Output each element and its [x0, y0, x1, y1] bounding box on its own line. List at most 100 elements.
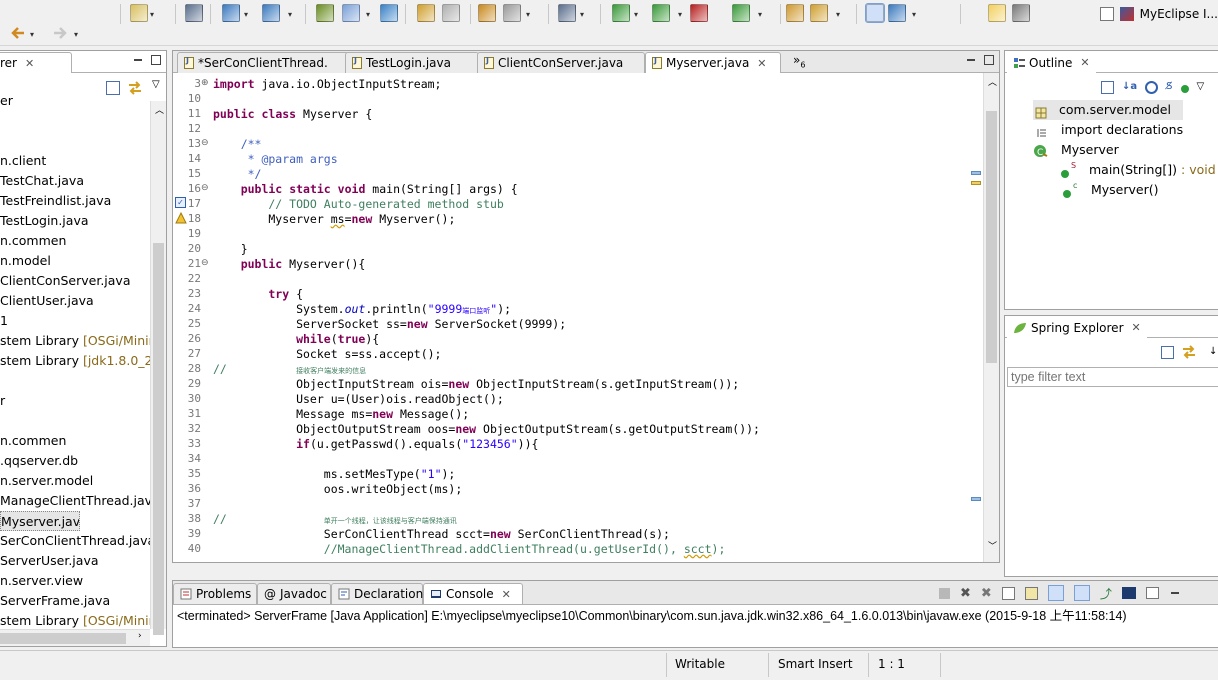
hide-static-icon[interactable]: S̸ — [1166, 81, 1172, 97]
scroll-down-icon[interactable]: ﹀ — [988, 539, 997, 552]
clear-console-icon[interactable] — [1001, 586, 1015, 600]
debug-dropdown-icon[interactable]: ▾ — [244, 10, 248, 19]
block-selection-icon[interactable] — [988, 4, 1006, 22]
close-icon[interactable]: ✕ — [757, 57, 766, 70]
explorer-item[interactable] — [0, 411, 150, 431]
server-icon[interactable] — [342, 4, 360, 22]
tab-console[interactable]: Console ✕ — [423, 583, 523, 604]
new-wizard-icon[interactable] — [130, 4, 148, 22]
explorer-item[interactable] — [0, 131, 150, 151]
code-line[interactable]: System.out.println("9999端口监听"); — [213, 302, 511, 317]
warning-marker-icon[interactable] — [175, 211, 187, 224]
code-line[interactable]: public Myserver(){ — [213, 257, 366, 272]
overview-marker-icon[interactable] — [971, 171, 981, 175]
highlight-icon[interactable] — [865, 3, 885, 23]
filter-input[interactable] — [1007, 367, 1218, 387]
maximize-icon[interactable] — [983, 54, 995, 66]
minimize-icon[interactable] — [132, 54, 144, 66]
show-on-output-icon[interactable] — [1047, 585, 1064, 601]
code-line[interactable]: ms.setMesType("1"); — [213, 467, 456, 482]
open-console-icon[interactable] — [1145, 587, 1159, 599]
code-line[interactable]: Myserver ms=new Myserver(); — [213, 212, 455, 227]
tab-clientconserver[interactable]: ClientConServer.java — [477, 52, 645, 73]
save-icon[interactable] — [185, 4, 203, 22]
explorer-item[interactable]: SerConClientThread.java — [0, 531, 150, 551]
forward-icon[interactable] — [52, 26, 68, 40]
show-whitespace-icon[interactable] — [1012, 4, 1030, 22]
collapse-all-icon[interactable] — [1101, 81, 1114, 94]
maximize-icon[interactable] — [150, 54, 162, 66]
code-line[interactable]: while(true){ — [213, 332, 379, 347]
status-insert-mode[interactable]: Smart Insert — [778, 657, 853, 671]
deploy-icon[interactable] — [316, 4, 334, 22]
tab-testlogin[interactable]: TestLogin.java — [345, 52, 479, 73]
code-line[interactable]: } — [213, 242, 248, 257]
outline-item-constructor[interactable]: c Myserver() — [1063, 180, 1159, 200]
explorer-item[interactable]: n.client — [0, 151, 150, 171]
pin-console-icon[interactable]: ⤴ — [1100, 585, 1112, 602]
explorer-item[interactable]: TestLogin.java — [0, 211, 150, 231]
minimize-icon[interactable] — [965, 54, 977, 66]
console-output[interactable]: <terminated> ServerFrame [Java Applicati… — [177, 607, 1215, 625]
code-line[interactable]: // TODO Auto-generated method stub — [213, 197, 503, 212]
explorer-hscrollbar[interactable]: › — [0, 629, 150, 646]
close-icon[interactable]: ✕ — [502, 588, 511, 601]
hide-nonpublic-icon[interactable] — [1180, 81, 1189, 97]
collapse-fold-icon[interactable]: ⊖ — [201, 183, 209, 193]
explorer-item[interactable]: ManageClientThread.java — [0, 491, 150, 511]
collapse-fold-icon[interactable]: ⊖ — [201, 258, 209, 268]
explorer-item[interactable]: n.server.view — [0, 571, 150, 591]
explorer-vscrollbar[interactable]: ︿ ﹀ — [150, 101, 166, 635]
toggle-mark-icon[interactable] — [888, 4, 906, 22]
explorer-item[interactable] — [0, 111, 150, 131]
link-with-editor-icon[interactable] — [1181, 345, 1197, 359]
code-line[interactable]: if(u.getPasswd().equals("123456")){ — [213, 437, 538, 452]
scroll-right-icon[interactable]: › — [138, 631, 142, 641]
code-line[interactable]: public class Myserver { — [213, 107, 372, 122]
code-line[interactable]: oos.writeObject(ms); — [213, 482, 462, 497]
explorer-item[interactable]: er — [0, 91, 150, 111]
line-number-gutter[interactable]: 3 ⊕ 10 11 12 13 ⊖ 14 15 16 ⊖ 17 18 19 20 21 ⊖ 22 23 24 25 26 2… — [173, 73, 211, 562]
overview-marker-icon[interactable] — [971, 181, 981, 185]
code-line[interactable]: ServerSocket ss=new ServerSocket(9999); — [213, 317, 566, 332]
overview-marker-icon[interactable] — [971, 497, 981, 501]
explorer-item[interactable]: stem Library [OSGi/Minim — [0, 611, 150, 631]
explorer-item[interactable]: ServerFrame.java — [0, 591, 150, 611]
code-line[interactable]: Message ms=new Message(); — [213, 407, 469, 422]
explorer-item[interactable]: ClientUser.java — [0, 291, 150, 311]
back-nav-icon[interactable] — [442, 4, 460, 22]
tab-package-explorer[interactable]: rer ✕ — [0, 52, 72, 73]
run-icon[interactable] — [262, 4, 280, 22]
close-icon[interactable]: ✕ — [25, 57, 34, 70]
breakpoint-icon[interactable] — [558, 4, 576, 22]
sort-icon[interactable]: ↓ — [1209, 346, 1217, 357]
explorer-item[interactable]: ClientConServer.java — [0, 271, 150, 291]
explorer-item[interactable]: Myserver.java — [0, 511, 80, 531]
remove-launch-icon[interactable]: ✖ — [960, 586, 971, 601]
open-task-icon[interactable] — [786, 4, 804, 22]
forward-dropdown-icon[interactable]: ▾ — [74, 30, 78, 39]
terminate-icon[interactable] — [939, 587, 950, 599]
close-icon[interactable]: ✕ — [1080, 56, 1089, 69]
forward-nav-icon[interactable] — [478, 4, 496, 22]
code-line[interactable]: ObjectOutputStream oos=new ObjectOutputS… — [213, 422, 760, 437]
search-icon[interactable] — [810, 4, 828, 22]
display-console-icon[interactable] — [1121, 587, 1136, 599]
collapse-fold-icon[interactable]: ⊖ — [201, 138, 209, 148]
remove-all-icon[interactable]: ✖ — [981, 586, 992, 601]
coverage-dropdown-icon[interactable]: ▾ — [678, 10, 682, 19]
explorer-hscroll-thumb[interactable] — [0, 633, 126, 644]
code-line[interactable]: */ — [213, 167, 262, 182]
refresh-dropdown-icon[interactable]: ▾ — [758, 10, 762, 19]
explorer-item[interactable]: 1 — [0, 311, 150, 331]
code-line[interactable]: User u=(User)ois.readObject(); — [213, 392, 504, 407]
tab-outline[interactable]: Outline ✕ — [1007, 52, 1096, 73]
globe-icon[interactable] — [380, 4, 398, 22]
tab-declaration[interactable]: Declaration — [331, 583, 423, 604]
scroll-up-icon[interactable]: ︿ — [988, 75, 997, 88]
server-dropdown-icon[interactable]: ▾ — [366, 10, 370, 19]
outline-item-imports[interactable]: import declarations — [1035, 120, 1183, 140]
code-line[interactable]: /** — [213, 137, 262, 152]
code-line[interactable]: //ManageClientThread.addClientThread(u.g… — [213, 542, 726, 557]
view-menu-icon[interactable]: ▽ — [152, 79, 160, 90]
